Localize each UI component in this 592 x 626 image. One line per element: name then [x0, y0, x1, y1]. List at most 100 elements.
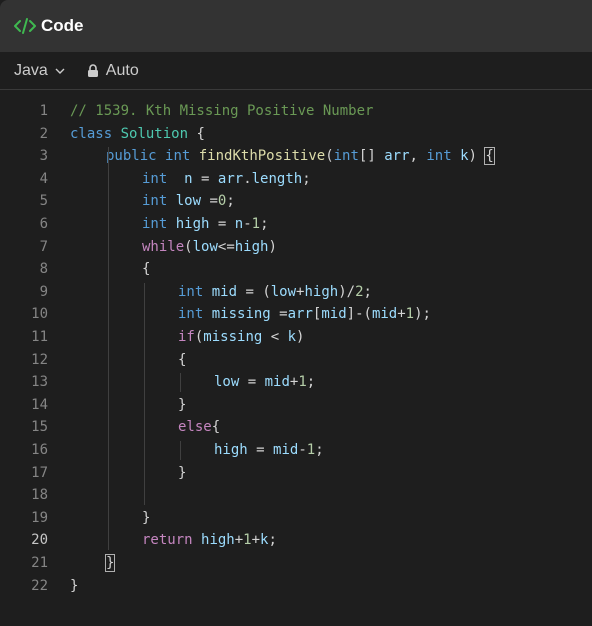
code-token: while — [142, 238, 185, 255]
indent-guide — [180, 373, 181, 392]
language-select[interactable]: Java — [14, 62, 66, 80]
code-token: class — [70, 125, 113, 142]
line-number: 16 — [31, 442, 48, 458]
code-line[interactable]: 1 // 1539. Kth Missing Positive Number — [0, 100, 592, 123]
code-line[interactable]: 19} — [0, 507, 592, 530]
code-token: ; — [226, 193, 235, 210]
code-line[interactable]: 8{ — [0, 258, 592, 281]
code-token: ; — [302, 170, 311, 187]
code-token: { — [484, 147, 495, 166]
code-token: missing — [203, 329, 263, 345]
code-line[interactable]: 10 int missing =arr[mid]-(mid+1); — [0, 303, 592, 326]
line-number: 22 — [31, 577, 48, 594]
code-token: arr — [287, 306, 313, 323]
code-line[interactable]: 13 low = mid+1; — [0, 371, 592, 394]
code-token: mid — [264, 374, 290, 391]
editor-toolbar: Java Auto — [0, 52, 592, 90]
code-line[interactable]: 9 int mid = (low+high)/2; — [0, 281, 592, 304]
code-token: n — [184, 170, 193, 187]
code-line[interactable]: 14} — [0, 394, 592, 417]
code-token: ); — [414, 306, 431, 323]
code-token: k — [287, 329, 297, 345]
code-token: } — [142, 509, 151, 526]
code-token: < — [262, 329, 288, 345]
code-line[interactable]: 21} — [0, 552, 592, 575]
line-number: 15 — [31, 419, 48, 436]
code-token: int — [178, 306, 204, 323]
code-token: 1 — [306, 442, 316, 458]
code-text: int n = arr.length; — [142, 168, 311, 191]
code-line[interactable]: 17} — [0, 462, 592, 485]
code-text: int low =0; — [142, 190, 235, 213]
code-token: ( — [184, 238, 193, 255]
code-token: low — [214, 374, 240, 391]
indent-guide — [108, 147, 109, 550]
code-token: int — [142, 193, 168, 210]
code-token: return — [142, 532, 193, 549]
code-text: else{ — [178, 416, 220, 439]
code-token: mid — [273, 442, 299, 458]
code-token: 2 — [355, 283, 364, 300]
code-token: = — [239, 374, 265, 391]
code-line[interactable]: 22} — [0, 575, 592, 598]
code-line[interactable]: 2 class Solution { — [0, 123, 592, 146]
chevron-down-icon — [54, 65, 66, 77]
code-token: } — [178, 464, 187, 481]
code-line[interactable]: 7 while(low<=high) — [0, 236, 592, 259]
code-token: ) — [296, 329, 305, 345]
code-token: 1 — [405, 306, 415, 323]
code-token: low — [175, 193, 202, 210]
code-text: if(missing < k) — [178, 326, 304, 349]
code-token: int — [426, 148, 452, 165]
code-line[interactable]: 16 high = mid-1; — [0, 439, 592, 462]
code-text: } — [178, 462, 186, 485]
code-token: ( — [325, 148, 334, 165]
code-line[interactable]: 3 public int findKthPositive(int[] arr, i… — [0, 145, 592, 168]
code-token: if — [178, 329, 195, 345]
code-token: public — [106, 148, 157, 165]
panel-header: Code — [0, 0, 592, 52]
code-token: high — [234, 238, 269, 255]
code-token: 1 — [243, 532, 252, 549]
code-token: = — [270, 306, 288, 323]
code-text: int missing =arr[mid]-(mid+1); — [178, 303, 431, 326]
line-number: 5 — [39, 193, 48, 210]
code-text: { — [142, 258, 150, 281]
code-token: int — [333, 148, 359, 165]
code-line[interactable]: 15 else{ — [0, 416, 592, 439]
code-editor[interactable]: 1 // 1539. Kth Missing Positive Number 2 cl… — [0, 100, 592, 626]
code-token: int — [142, 170, 168, 187]
code-line[interactable]: 5 int low =0; — [0, 190, 592, 213]
code-line[interactable]: 12 { — [0, 349, 592, 372]
code-token: . — [243, 170, 252, 187]
line-number: 20 — [31, 532, 48, 549]
code-token: - — [243, 216, 252, 232]
code-token: { — [178, 351, 187, 368]
code-token: // 1539. Kth Missing Positive Number — [70, 103, 374, 119]
code-token: { — [142, 261, 151, 278]
mode-label[interactable]: Auto — [106, 62, 139, 80]
code-token: [] — [358, 148, 385, 165]
code-token: } — [178, 396, 187, 413]
code-token: else — [178, 419, 212, 436]
code-line[interactable]: 20 return high+1+k; — [0, 529, 592, 552]
code-token: 1 — [298, 374, 307, 391]
code-line[interactable]: 11 if(missing < k) — [0, 326, 592, 349]
code-text: int mid = (low+high)/2; — [178, 281, 372, 304]
code-token: ) — [468, 148, 486, 165]
code-token: { — [211, 419, 221, 436]
code-text: return high+1+k; — [142, 529, 277, 552]
code-token: n — [234, 216, 244, 232]
code-token: 1 — [251, 216, 261, 232]
code-line[interactable]: 4 int n = arr.length; — [0, 168, 592, 191]
code-token: arr — [217, 170, 244, 187]
line-number: 3 — [39, 148, 48, 165]
line-number: 8 — [39, 261, 48, 278]
code-line[interactable]: 18 — [0, 484, 592, 507]
code-line[interactable]: 6 int high = n-1; — [0, 213, 592, 236]
